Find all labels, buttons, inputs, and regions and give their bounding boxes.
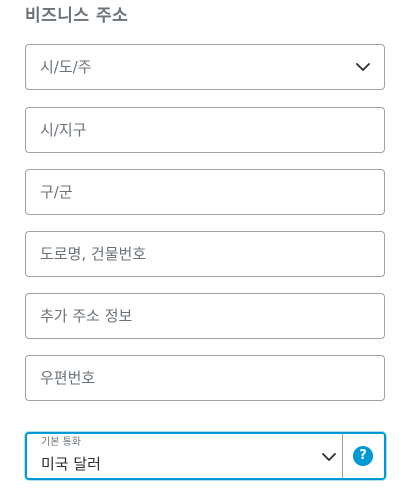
postal-field-wrapper bbox=[25, 355, 385, 401]
district-input[interactable] bbox=[26, 170, 384, 214]
section-title: 비즈니스 주소 bbox=[25, 6, 129, 26]
currency-value: 미국 달러 bbox=[41, 455, 101, 473]
chevron-down-icon bbox=[356, 63, 370, 71]
postal-code-input[interactable] bbox=[26, 356, 384, 400]
currency-divider bbox=[342, 434, 343, 478]
state-select-label: 시/도/주 bbox=[40, 58, 92, 76]
district-field-wrapper bbox=[25, 169, 385, 215]
state-select[interactable]: 시/도/주 bbox=[25, 44, 385, 90]
currency-caption: 기본 통화 bbox=[41, 437, 81, 448]
currency-select[interactable]: 기본 통화 미국 달러 bbox=[27, 434, 342, 478]
extra-address-field-wrapper bbox=[25, 293, 385, 339]
chevron-down-icon bbox=[322, 453, 336, 461]
currency-field: 기본 통화 미국 달러 ? bbox=[25, 432, 386, 480]
extra-address-input[interactable] bbox=[26, 294, 384, 338]
city-input[interactable] bbox=[26, 108, 384, 152]
city-field-wrapper bbox=[25, 107, 385, 153]
street-field-wrapper bbox=[25, 231, 385, 277]
question-circle-icon[interactable]: ? bbox=[353, 446, 373, 466]
street-input[interactable] bbox=[26, 232, 384, 276]
